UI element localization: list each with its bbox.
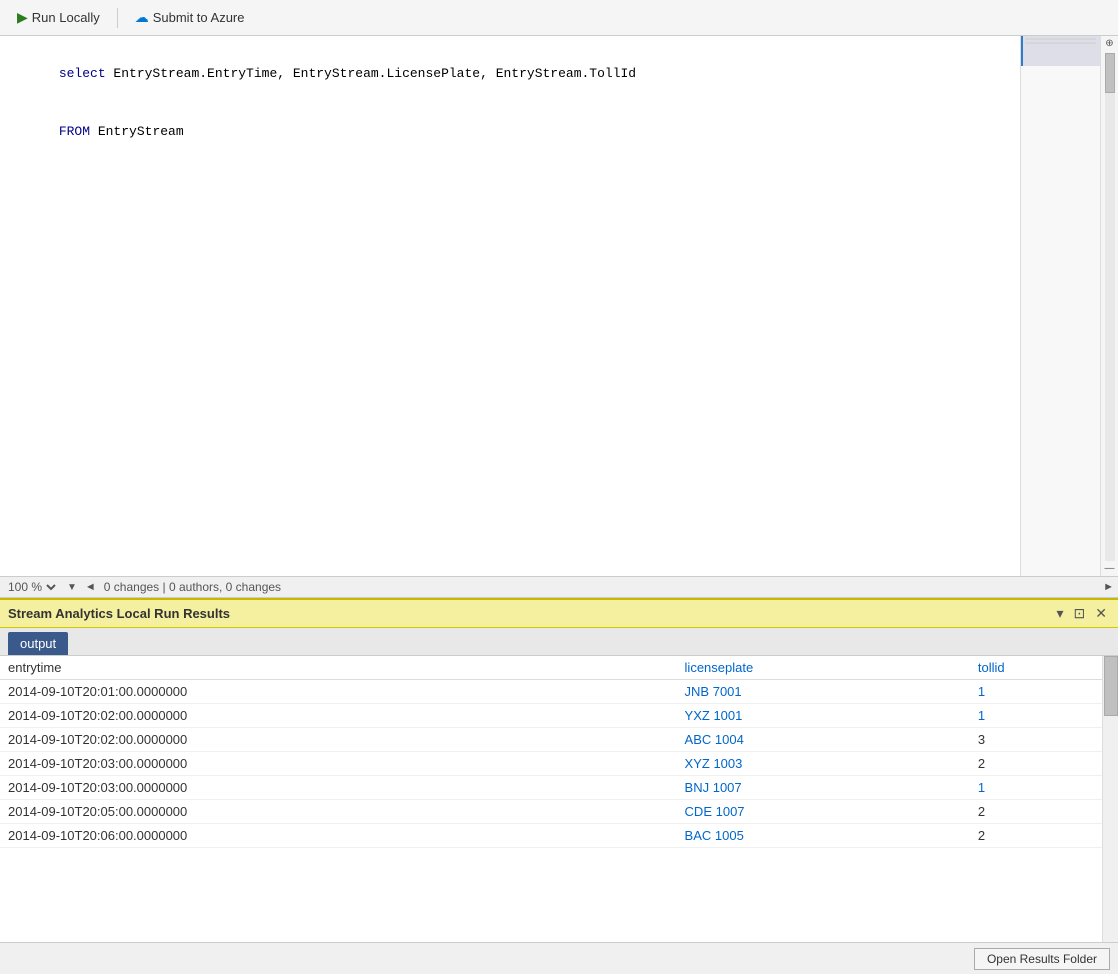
panel-dropdown-button[interactable]: ▾ <box>1054 605 1067 622</box>
results-controls: ▾ ⊡ ✕ <box>1054 605 1111 622</box>
cell-entrytime: 2014-09-10T20:01:00.0000000 <box>0 680 677 704</box>
results-table-container[interactable]: entrytime licenseplate tollid 2014-09-10… <box>0 656 1118 942</box>
cell-tollid: 3 <box>970 728 1118 752</box>
table-header-row: entrytime licenseplate tollid <box>0 656 1118 680</box>
cell-tollid[interactable]: 1 <box>970 776 1118 800</box>
cell-licenseplate[interactable]: BAC 1005 <box>677 824 970 848</box>
minimap-code-line <box>1025 42 1096 44</box>
results-header: Stream Analytics Local Run Results ▾ ⊡ ✕ <box>0 600 1118 628</box>
table-header: entrytime licenseplate tollid <box>0 656 1118 680</box>
table-row: 2014-09-10T20:05:00.0000000CDE 10072 <box>0 800 1118 824</box>
cell-tollid: 2 <box>970 800 1118 824</box>
minimap-code-line <box>1025 38 1096 40</box>
tabs-bar: output <box>0 628 1118 656</box>
submit-azure-label: Submit to Azure <box>153 10 245 25</box>
cell-tollid[interactable]: 1 <box>970 704 1118 728</box>
cell-licenseplate[interactable]: YXZ 1001 <box>677 704 970 728</box>
panel-close-button[interactable]: ✕ <box>1092 605 1110 622</box>
output-tab[interactable]: output <box>8 632 68 655</box>
toolbar-separator <box>117 8 118 28</box>
scroll-up-button[interactable]: ⊕ <box>1105 38 1113 49</box>
status-arrow-left[interactable]: ◄ <box>85 581 96 593</box>
footer: Open Results Folder <box>0 942 1118 974</box>
keyword-from: FROM <box>59 124 90 139</box>
table-row: 2014-09-10T20:02:00.0000000YXZ 10011 <box>0 704 1118 728</box>
code-text-1: EntryStream.EntryTime, EntryStream.Licen… <box>106 66 637 81</box>
dropdown-arrow[interactable]: ▼ <box>67 582 77 593</box>
results-scroll-thumb[interactable] <box>1104 656 1118 716</box>
scroll-track[interactable] <box>1105 53 1115 561</box>
code-text-2: EntryStream <box>90 124 184 139</box>
run-locally-label: Run Locally <box>32 10 100 25</box>
cell-licenseplate[interactable]: JNB 7001 <box>677 680 970 704</box>
code-line-2: FROM EntryStream <box>12 103 1008 162</box>
table-row: 2014-09-10T20:06:00.0000000BAC 10052 <box>0 824 1118 848</box>
code-editor[interactable]: select EntryStream.EntryTime, EntryStrea… <box>0 36 1020 576</box>
open-results-button[interactable]: Open Results Folder <box>974 948 1110 970</box>
submit-azure-button[interactable]: ☁ Submit to Azure <box>126 5 254 30</box>
minimap-highlight <box>1021 36 1100 66</box>
cell-tollid: 2 <box>970 752 1118 776</box>
cell-licenseplate[interactable]: XYZ 1003 <box>677 752 970 776</box>
results-scrollbar[interactable] <box>1102 656 1118 942</box>
table-body: 2014-09-10T20:01:00.0000000JNB 700112014… <box>0 680 1118 848</box>
results-panel: Stream Analytics Local Run Results ▾ ⊡ ✕… <box>0 598 1118 942</box>
minimap <box>1020 36 1100 576</box>
table-row: 2014-09-10T20:02:00.0000000ABC 10043 <box>0 728 1118 752</box>
run-locally-button[interactable]: ▶ Run Locally <box>8 5 109 30</box>
editor-scrollbar[interactable]: ⊕ — <box>1100 36 1118 576</box>
code-line-1: select EntryStream.EntryTime, EntryStrea… <box>12 44 1008 103</box>
run-icon: ▶ <box>17 9 28 26</box>
col-entrytime: entrytime <box>0 656 677 680</box>
zoom-select[interactable]: 100 % <box>4 579 59 595</box>
panel-pin-button[interactable]: ⊡ <box>1071 605 1089 622</box>
editor-container: select EntryStream.EntryTime, EntryStrea… <box>0 36 1118 576</box>
changes-text: 0 changes | 0 authors, 0 changes <box>104 580 281 594</box>
cell-entrytime: 2014-09-10T20:02:00.0000000 <box>0 704 677 728</box>
results-title: Stream Analytics Local Run Results <box>8 606 1054 621</box>
scroll-down-button[interactable]: — <box>1105 563 1115 574</box>
col-licenseplate: licenseplate <box>677 656 970 680</box>
col-tollid: tollid <box>970 656 1118 680</box>
status-arrow-right[interactable]: ► <box>1103 581 1114 593</box>
status-bar: 100 % ▼ ◄ 0 changes | 0 authors, 0 chang… <box>0 576 1118 598</box>
changes-info: 0 changes | 0 authors, 0 changes <box>104 580 281 594</box>
keyword-select: select <box>59 66 106 81</box>
azure-icon: ☁ <box>135 9 149 26</box>
table-row: 2014-09-10T20:03:00.0000000XYZ 10032 <box>0 752 1118 776</box>
cell-entrytime: 2014-09-10T20:03:00.0000000 <box>0 776 677 800</box>
cell-tollid: 2 <box>970 824 1118 848</box>
cell-entrytime: 2014-09-10T20:06:00.0000000 <box>0 824 677 848</box>
scroll-thumb[interactable] <box>1105 53 1115 93</box>
table-row: 2014-09-10T20:03:00.0000000BNJ 10071 <box>0 776 1118 800</box>
cell-tollid[interactable]: 1 <box>970 680 1118 704</box>
cell-licenseplate[interactable]: BNJ 1007 <box>677 776 970 800</box>
results-table: entrytime licenseplate tollid 2014-09-10… <box>0 656 1118 848</box>
cell-licenseplate[interactable]: ABC 1004 <box>677 728 970 752</box>
cell-licenseplate[interactable]: CDE 1007 <box>677 800 970 824</box>
cell-entrytime: 2014-09-10T20:05:00.0000000 <box>0 800 677 824</box>
cell-entrytime: 2014-09-10T20:02:00.0000000 <box>0 728 677 752</box>
table-row: 2014-09-10T20:01:00.0000000JNB 70011 <box>0 680 1118 704</box>
cell-entrytime: 2014-09-10T20:03:00.0000000 <box>0 752 677 776</box>
toolbar: ▶ Run Locally ☁ Submit to Azure <box>0 0 1118 36</box>
